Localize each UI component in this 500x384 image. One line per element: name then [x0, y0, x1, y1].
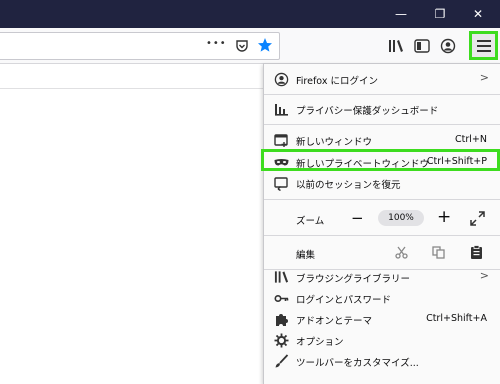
pocket-icon[interactable]	[235, 38, 249, 52]
menu-separator	[264, 199, 500, 200]
menu-item-addons[interactable]: アドオンとテーマ Ctrl+Shift+A	[264, 309, 500, 330]
menu-item-logins[interactable]: ログインとパスワード	[264, 288, 500, 309]
app-menu-panel: Firefox にログイン > プライバシー保護ダッシュボード 新しいウィンドウ…	[263, 63, 500, 384]
menu-item-new-window[interactable]: 新しいウィンドウ Ctrl+N	[264, 130, 500, 151]
menu-item-label: オプション	[296, 337, 344, 348]
menu-item-label: 新しいウィンドウ	[296, 137, 373, 148]
close-window-button[interactable]: ✕	[461, 0, 495, 28]
paintbrush-icon	[274, 354, 289, 369]
gear-icon	[274, 333, 289, 348]
page-actions-button[interactable]: •••	[206, 38, 227, 49]
chevron-right-icon: >	[479, 71, 489, 84]
zoom-reset-button[interactable]: 100%	[378, 210, 424, 226]
menu-item-label: プライバシー保護ダッシュボード	[296, 106, 439, 117]
bookmarks-strip	[0, 64, 264, 89]
zoom-row: ズーム − 100% +	[264, 207, 500, 231]
zoom-in-button[interactable]: +	[437, 207, 451, 227]
menu-item-library[interactable]: ブラウジングライブラリー >	[264, 267, 500, 288]
zoom-out-button[interactable]: −	[351, 209, 364, 227]
menu-item-label: アドオンとテーマ	[296, 316, 373, 327]
bar-chart-icon	[274, 102, 289, 117]
menu-item-label: ツールバーをカスタマイズ...	[296, 358, 419, 369]
edit-row: 編集	[264, 241, 500, 265]
maximize-button[interactable]: ❐	[423, 0, 457, 28]
menu-item-shortcut: Ctrl+N	[455, 134, 487, 145]
chevron-right-icon: >	[479, 269, 489, 282]
paste-icon[interactable]	[470, 245, 483, 260]
library-icon[interactable]	[384, 34, 408, 58]
title-bar: — ❐ ✕	[0, 0, 500, 28]
puzzle-piece-icon	[274, 312, 289, 327]
menu-item-privacy-dashboard[interactable]: プライバシー保護ダッシュボード	[264, 99, 500, 120]
star-icon[interactable]	[257, 37, 273, 53]
edit-label: 編集	[296, 250, 316, 261]
highlight-box	[261, 149, 500, 171]
menu-item-firefox-login[interactable]: Firefox にログイン >	[264, 69, 500, 90]
library-icon	[274, 270, 289, 285]
account-icon[interactable]	[436, 34, 460, 58]
menu-separator	[264, 235, 500, 236]
hamburger-menu-button[interactable]	[469, 31, 498, 60]
menu-item-shortcut: Ctrl+Shift+A	[426, 313, 487, 324]
menu-item-label: ブラウジングライブラリー	[296, 274, 411, 285]
copy-icon[interactable]	[432, 246, 445, 259]
restore-session-icon	[274, 176, 289, 192]
new-window-icon	[274, 133, 289, 148]
zoom-label: ズーム	[296, 216, 325, 227]
menu-separator	[264, 124, 500, 125]
cut-icon[interactable]	[395, 246, 408, 259]
minimize-button[interactable]: —	[384, 0, 418, 28]
account-circle-icon	[274, 72, 289, 87]
sidebar-icon[interactable]	[410, 34, 434, 58]
menu-item-label: 以前のセッションを復元	[296, 180, 401, 191]
hamburger-icon	[476, 39, 491, 52]
url-bar[interactable]: •••	[0, 32, 280, 60]
menu-item-restore-session[interactable]: 以前のセッションを復元	[264, 173, 500, 194]
menu-item-label: ログインとパスワード	[296, 295, 392, 306]
menu-separator	[264, 94, 500, 95]
menu-item-label: Firefox にログイン	[296, 76, 378, 87]
menu-item-options[interactable]: オプション	[264, 330, 500, 351]
fullscreen-icon[interactable]	[470, 211, 485, 226]
menu-item-customize[interactable]: ツールバーをカスタマイズ...	[264, 351, 500, 372]
key-icon	[274, 291, 289, 306]
